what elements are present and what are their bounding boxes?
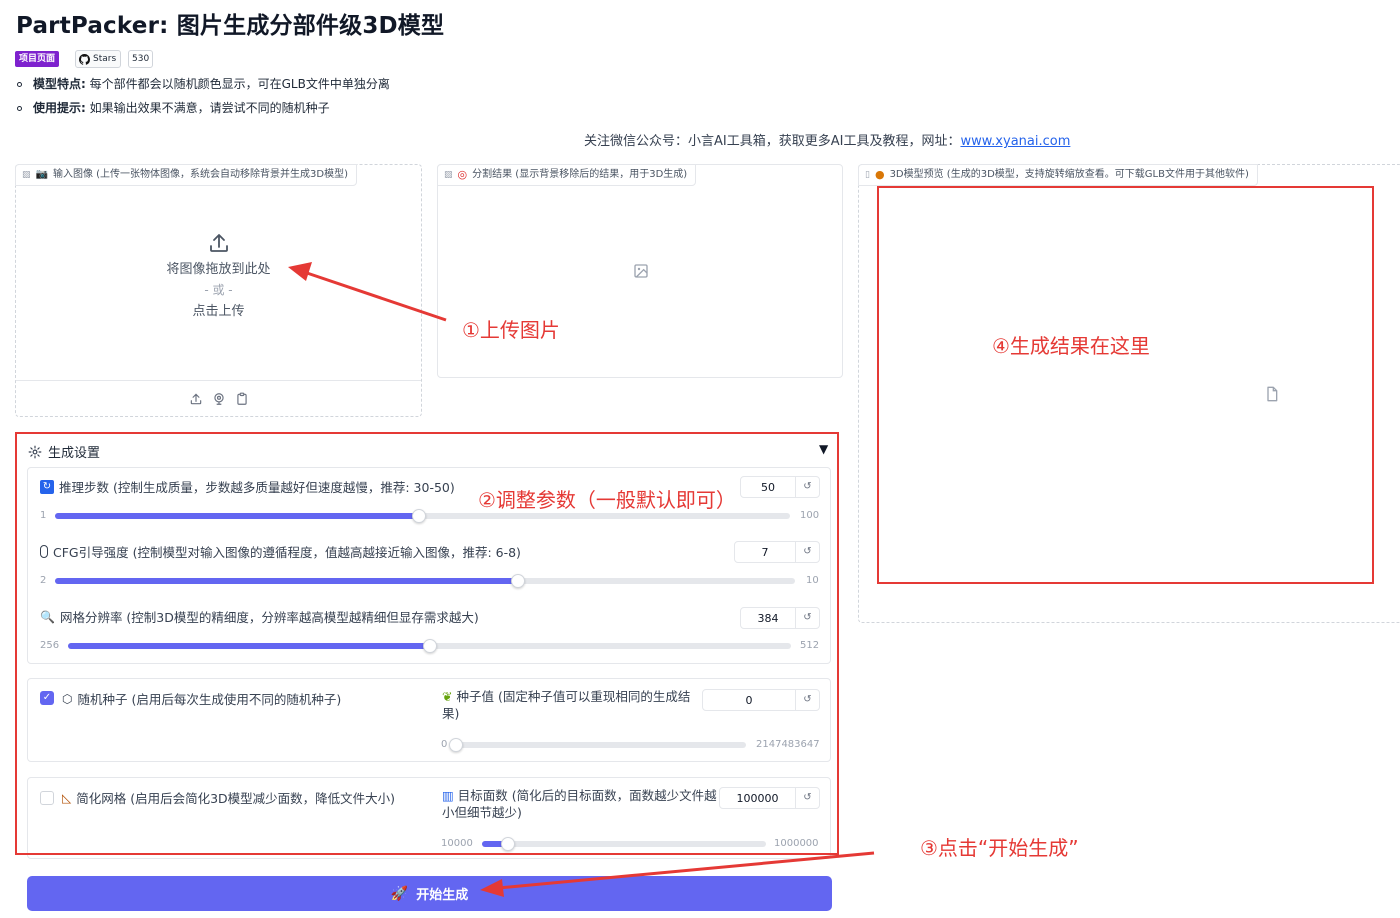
click-upload-text: 点击上传 [192,304,245,319]
bullet-bold: 使用提示: [33,101,86,115]
website-link[interactable]: www.xyanai.com [960,134,1070,149]
drop-text: 将图像拖放到此处 [166,262,271,277]
file-small-icon: ▯ [865,170,870,180]
image-placeholder-icon [634,264,648,278]
input-image-label: ▨ 📷 输入图像 (上传一张物体图像，系统会自动移除背景并生成3D模型) [15,164,358,186]
segmentation-label: ▨ ◎ 分割结果 (显示背景移除后的结果，用于3D生成) [437,164,697,186]
list-item: 模型特点: 每个部件都会以随机颜色显示，可在GLB文件中单独分离 [16,72,390,96]
github-icon [79,53,90,65]
input-image-panel[interactable]: ▨ 📷 输入图像 (上传一张物体图像，系统会自动移除背景并生成3D模型) 将图像… [15,164,422,417]
page-title: PartPacker: 图片生成分部件级3D模型 [16,13,445,39]
project-page-badge[interactable]: 项目页面 [15,51,60,67]
model-preview-label-text: 3D模型预览 (生成的3D模型，支持旋转缩放查看。可下载GLB文件用于其他软件) [889,169,1249,180]
bullet-bold: 模型特点: [33,77,86,91]
annotation-upload: ①上传图片 [462,318,560,342]
generate-button-label: 开始生成 [416,888,469,903]
webcam-icon[interactable] [212,392,226,406]
bullet-text: 如果输出效果不满意，请尝试不同的随机种子 [85,101,330,115]
or-text: - 或 - [204,283,233,297]
generate-button[interactable]: 🚀 开始生成 [27,876,832,911]
rocket-icon: 🚀 [390,885,409,902]
feature-list: 模型特点: 每个部件都会以随机颜色显示，可在GLB文件中单独分离 使用提示: 如… [16,72,390,120]
list-item: 使用提示: 如果输出效果不满意，请尝试不同的随机种子 [16,96,390,120]
upload-source-toolbar [16,380,421,416]
stars-label: Stars [93,54,117,64]
model-preview-label: ▯ ● 3D模型预览 (生成的3D模型，支持旋转缩放查看。可下载GLB文件用于其… [858,164,1258,186]
segmentation-panel: ▨ ◎ 分割结果 (显示背景移除后的结果，用于3D生成) [437,164,843,378]
result-highlight-box [877,186,1374,584]
palette-icon: ● [874,168,885,181]
follow-notice: 关注微信公众号：小言AI工具箱，获取更多AI工具及教程，网址：www.xyana… [584,130,1070,149]
camera-icon: 📷 [35,169,48,180]
upload-dropzone[interactable]: 将图像拖放到此处 - 或 - 点击上传 [16,231,421,322]
upload-icon [209,234,228,252]
bullet-text: 每个部件都会以随机颜色显示，可在GLB文件中单独分离 [85,77,390,91]
input-image-label-text: 输入图像 (上传一张物体图像，系统会自动移除背景并生成3D模型) [52,169,349,180]
annotation-result: ④生成结果在这里 [992,334,1150,358]
image-small-icon: ▨ [22,170,31,180]
follow-text: 关注微信公众号：小言AI工具箱，获取更多AI工具及教程，网址： [584,134,961,149]
github-stars-badge[interactable]: Stars [75,50,122,68]
image-small-icon: ▨ [444,170,453,180]
annotation-params: ②调整参数（一般默认即可） [478,488,736,512]
upload-source-icon[interactable] [189,392,203,406]
stars-count-badge[interactable]: 530 [128,50,154,68]
annotation-click: ③点击“开始生成” [920,836,1079,860]
target-icon: ◎ [457,168,468,181]
segmentation-label-text: 分割结果 (显示背景移除后的结果，用于3D生成) [472,169,688,180]
clipboard-icon[interactable] [235,392,249,406]
